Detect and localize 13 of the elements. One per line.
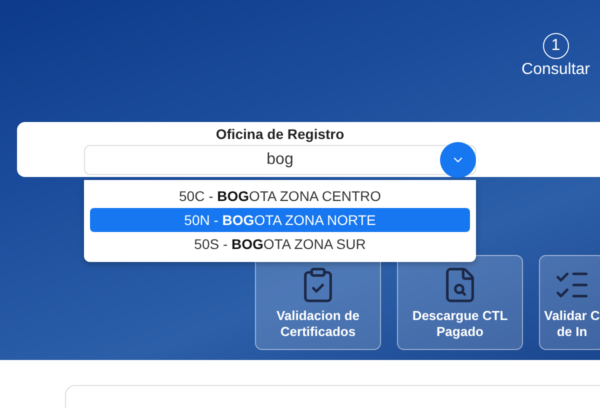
step-number: 1 xyxy=(542,33,569,59)
tile-label: Validacion de Certificados xyxy=(276,308,360,340)
step-label: Consultar xyxy=(522,61,590,79)
dropdown-option[interactable]: 50C - BOGOTA ZONA CENTRO xyxy=(90,184,470,208)
service-tile[interactable]: Descargue CTL Pagado xyxy=(397,255,523,350)
tile-label: Validar C de In xyxy=(544,308,600,340)
tile-label: Descargue CTL Pagado xyxy=(412,308,508,340)
dropdown-button[interactable] xyxy=(440,142,476,178)
office-input-field[interactable]: bog xyxy=(84,145,476,175)
dropdown-option[interactable]: 50S - BOGOTA ZONA SUR xyxy=(90,232,470,256)
field-label: Oficina de Registro xyxy=(216,126,344,142)
service-tile[interactable]: Validar C de In xyxy=(539,255,600,350)
dropdown-option[interactable]: 50N - BOGOTA ZONA NORTE xyxy=(90,208,470,232)
